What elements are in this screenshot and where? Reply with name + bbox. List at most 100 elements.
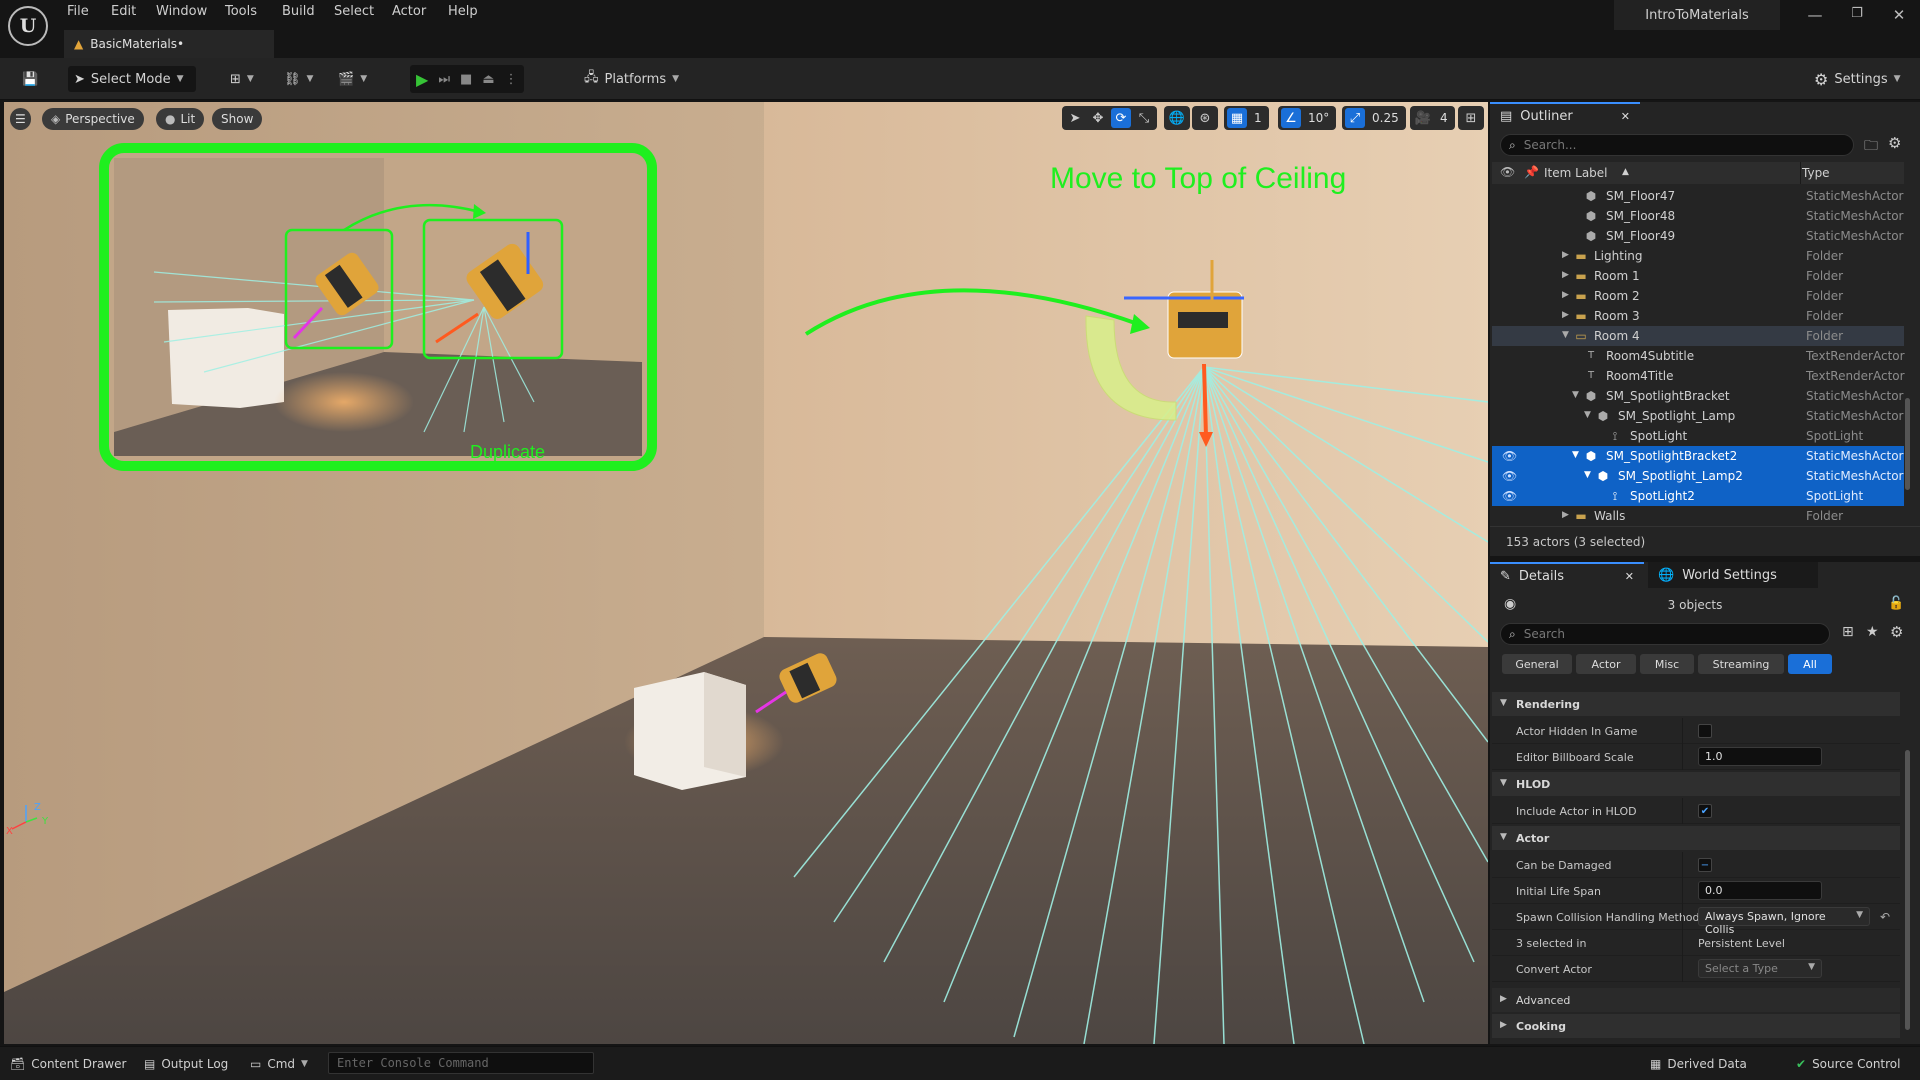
camera-icon[interactable]: 🎥	[1413, 108, 1433, 128]
favorite-star-icon[interactable]: ★	[1866, 624, 1879, 640]
select-mode-dropdown[interactable]: ➤ Select Mode ▼	[68, 66, 196, 92]
reset-icon[interactable]: ↶	[1880, 910, 1890, 924]
chevron-right-icon[interactable]: ▶	[1562, 510, 1569, 520]
chevron-right-icon[interactable]: ▶	[1562, 310, 1569, 320]
details-scrollbar[interactable]	[1905, 750, 1910, 1030]
menu-file[interactable]: File	[67, 4, 89, 19]
include-hlod-checkbox[interactable]: ✔	[1698, 804, 1712, 818]
outliner-row-room-1[interactable]: ▶ ▬ Room 1 Folder	[1492, 266, 1904, 286]
outliner-settings-icon[interactable]: ⚙	[1888, 134, 1901, 152]
outliner-row-sm-spotlight-lamp[interactable]: ▼ ⬢ SM_Spotlight_Lamp StaticMeshActor	[1492, 406, 1904, 426]
chevron-down-icon[interactable]: ▼	[1562, 330, 1569, 340]
visibility-eye-icon[interactable]: 👁	[1502, 469, 1517, 483]
visibility-eye-icon[interactable]: 👁	[1502, 449, 1517, 463]
scale-snap-icon[interactable]: ⤢	[1345, 108, 1365, 128]
chevron-down-icon[interactable]: ▼	[1584, 470, 1591, 480]
outliner-search-input[interactable]: ⌕ Search...	[1500, 134, 1854, 156]
outliner-row-lighting[interactable]: ▶ ▬ Lighting Folder	[1492, 246, 1904, 266]
outliner-row-sm-spotlightbracket[interactable]: ▼ ⬢ SM_SpotlightBracket StaticMeshActor	[1492, 386, 1904, 406]
life-span-input[interactable]: 0.0	[1698, 881, 1822, 900]
grid-snap-value[interactable]: 1	[1250, 111, 1266, 125]
filter-misc[interactable]: Misc	[1640, 654, 1694, 674]
close-icon[interactable]: ✕	[1884, 6, 1914, 24]
angle-icon[interactable]: ∠	[1281, 108, 1301, 128]
visibility-eye-icon[interactable]: 👁	[1502, 489, 1517, 503]
outliner-row-room4title[interactable]: T Room4Title TextRenderActor	[1492, 366, 1905, 386]
restore-icon[interactable]: ❐	[1842, 6, 1872, 21]
cmd-dropdown[interactable]: ▭ Cmd ▼	[250, 1055, 308, 1073]
lit-button[interactable]: ● Lit	[156, 108, 205, 130]
chevron-down-icon[interactable]: ▼	[1584, 410, 1591, 420]
outliner-row-sm-floor49[interactable]: ⬢ SM_Floor49 StaticMeshActor	[1492, 226, 1904, 246]
filter-actor[interactable]: Actor	[1576, 654, 1636, 674]
outliner-row-sm-spotlightbracket2[interactable]: 👁 ▼ ⬢ SM_SpotlightBracket2 StaticMeshActor	[1492, 446, 1904, 466]
actor-hidden-checkbox[interactable]	[1698, 724, 1712, 738]
menu-select[interactable]: Select	[334, 4, 374, 19]
minimize-icon[interactable]: —	[1800, 6, 1830, 24]
console-command-input[interactable]: Enter Console Command	[328, 1052, 594, 1074]
menu-edit[interactable]: Edit	[111, 4, 136, 19]
outliner-tab[interactable]: ▤ Outliner ✕	[1490, 102, 1640, 128]
item-label-header[interactable]: Item Label	[1544, 166, 1608, 180]
outliner-row-spotlight[interactable]: ⟟ SpotLight SpotLight	[1492, 426, 1904, 446]
add-actor-button[interactable]: ⊞ ▼	[224, 66, 260, 92]
play-icon[interactable]: ▶	[416, 70, 428, 89]
convert-actor-dropdown[interactable]: Select a Type ▼	[1698, 959, 1822, 978]
outliner-row-room-3[interactable]: ▶ ▬ Room 3 Folder	[1492, 306, 1904, 326]
menu-tools[interactable]: Tools	[225, 4, 257, 19]
details-tab[interactable]: ✎ Details ✕	[1490, 562, 1644, 588]
menu-window[interactable]: Window	[156, 4, 207, 19]
more-icon[interactable]: ⋮	[505, 72, 518, 87]
world-settings-tab[interactable]: 🌐 World Settings	[1648, 562, 1818, 588]
outliner-row-room-2[interactable]: ▶ ▬ Room 2 Folder	[1492, 286, 1904, 306]
outliner-scrollbar[interactable]	[1905, 398, 1910, 490]
filter-all[interactable]: All	[1788, 654, 1832, 674]
outliner-row-room-4[interactable]: ▼ ▭ Room 4 Folder	[1492, 326, 1904, 346]
chevron-down-icon[interactable]: ▼	[1572, 450, 1579, 460]
eject-icon[interactable]: ⏏	[482, 72, 494, 87]
scale-tool-icon[interactable]: ⤡	[1134, 108, 1154, 128]
filter-streaming[interactable]: Streaming	[1698, 654, 1784, 674]
perspective-button[interactable]: ◈ Perspective	[42, 108, 144, 130]
can-be-damaged-checkbox[interactable]: −	[1698, 858, 1712, 872]
settings-dropdown[interactable]: ⚙ Settings ▼	[1808, 66, 1907, 92]
section-hlod[interactable]: ▼ HLOD	[1492, 772, 1900, 796]
section-actor[interactable]: ▼ Actor	[1492, 826, 1900, 850]
surface-snap-icon[interactable]: ⊛	[1195, 108, 1215, 128]
outliner-row-sm-spotlight-lamp2[interactable]: 👁 ▼ ⬢ SM_Spotlight_Lamp2 StaticMeshActor	[1492, 466, 1904, 486]
select-tool-icon[interactable]: ➤	[1065, 108, 1085, 128]
level-tab[interactable]: ▲ BasicMaterials•	[64, 30, 274, 58]
section-cooking[interactable]: ▶ Cooking	[1492, 1014, 1900, 1038]
type-header[interactable]: Type	[1802, 166, 1830, 180]
outliner-row-sm-floor48[interactable]: ⬢ SM_Floor48 StaticMeshActor	[1492, 206, 1904, 226]
show-button[interactable]: Show	[212, 108, 263, 130]
derived-data-button[interactable]: ▦ Derived Data	[1650, 1055, 1747, 1073]
cinematics-button[interactable]: 🎬 ▼	[332, 66, 373, 92]
rotation-snap-value[interactable]: 10°	[1304, 111, 1333, 125]
chevron-right-icon[interactable]: ▶	[1562, 290, 1569, 300]
platforms-dropdown[interactable]: 🖧 Platforms ▼	[578, 66, 685, 92]
outliner-row-sm-floor47[interactable]: ⬢ SM_Floor47 StaticMeshActor	[1492, 186, 1904, 206]
translate-tool-icon[interactable]: ✥	[1088, 108, 1108, 128]
chevron-down-icon[interactable]: ▼	[1572, 390, 1579, 400]
blueprint-button[interactable]: ⛓ ▼	[278, 66, 319, 92]
save-icon[interactable]: 💾	[16, 66, 44, 92]
menu-build[interactable]: Build	[282, 4, 315, 19]
source-control-button[interactable]: ✔ Source Control	[1796, 1055, 1900, 1073]
viewport-menu-button[interactable]: ☰	[10, 108, 31, 130]
outliner-row-room4subtitle[interactable]: T Room4Subtitle TextRenderActor	[1492, 346, 1905, 366]
unreal-logo-icon[interactable]: U	[8, 6, 48, 46]
section-rendering[interactable]: ▼ Rendering	[1492, 692, 1900, 716]
globe-icon[interactable]: 🌐	[1167, 108, 1187, 128]
close-tab-icon[interactable]: ✕	[1621, 110, 1630, 123]
billboard-scale-input[interactable]: 1.0	[1698, 747, 1822, 766]
step-icon[interactable]: ⏭	[438, 72, 450, 87]
outliner-row-walls[interactable]: ▶ ▬ Walls Folder	[1492, 506, 1904, 526]
grid-snap-icon[interactable]: ▦	[1227, 108, 1247, 128]
camera-speed-value[interactable]: 4	[1436, 111, 1452, 125]
stop-icon[interactable]: ■	[460, 72, 472, 87]
menu-help[interactable]: Help	[448, 4, 478, 19]
content-drawer-button[interactable]: 🗃 Content Drawer	[10, 1055, 126, 1073]
outliner-row-spotlight2[interactable]: 👁 ⟟ SpotLight2 SpotLight	[1492, 486, 1904, 506]
chevron-right-icon[interactable]: ▶	[1562, 250, 1569, 260]
